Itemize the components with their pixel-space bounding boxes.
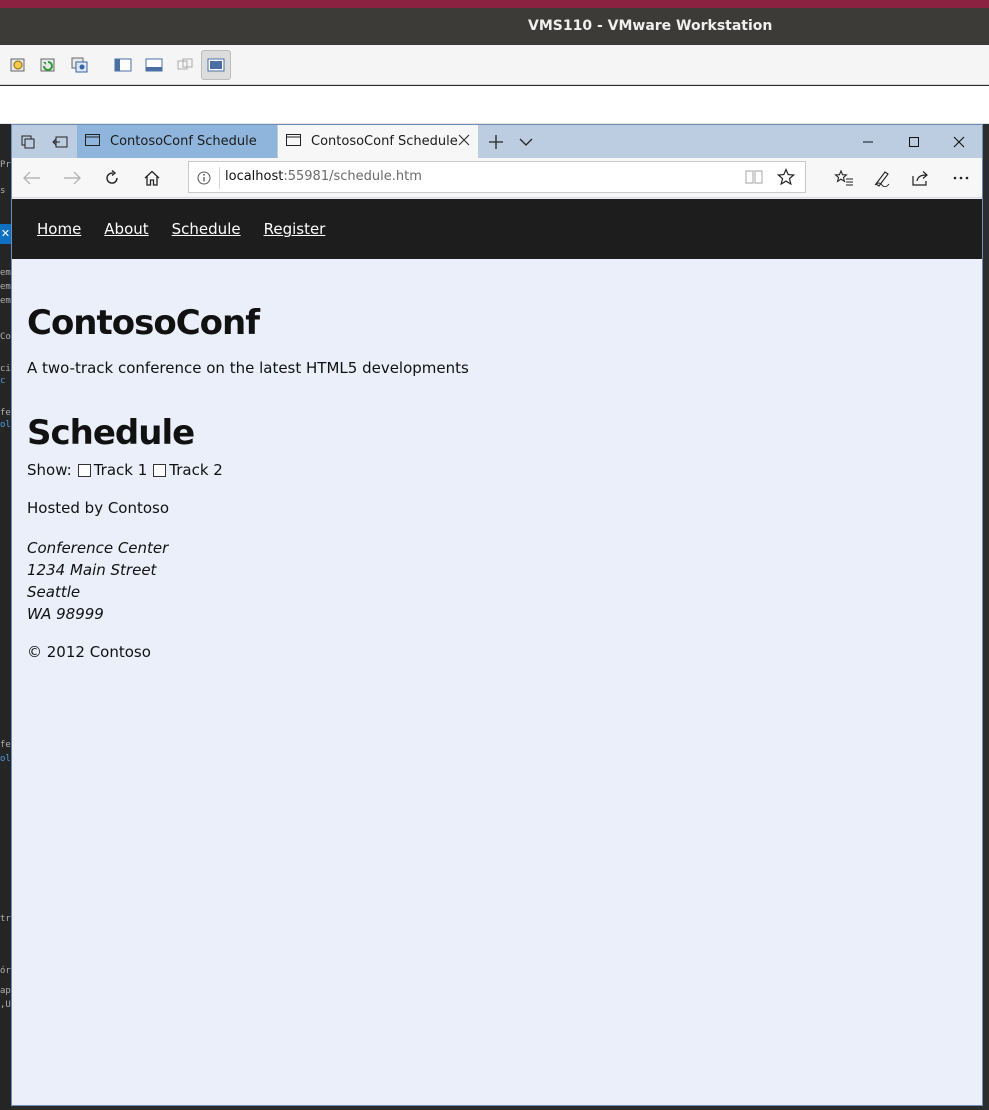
address-line: 1234 Main Street (27, 561, 157, 579)
hosted-by: Hosted by Contoso (27, 499, 170, 517)
site-nav: Home About Schedule Register (12, 199, 982, 259)
thumbnail-bar-icon[interactable] (142, 53, 166, 77)
vmware-window-title: VMS110 - VMware Workstation (528, 18, 773, 34)
full-screen-icon[interactable] (201, 50, 231, 80)
venue-address: Conference Center 1234 Main Street Seatt… (27, 537, 967, 625)
nav-link-schedule[interactable]: Schedule (172, 220, 241, 238)
web-note-pen-icon[interactable] (870, 166, 894, 190)
snapshot-manager-icon[interactable] (68, 53, 92, 77)
more-icon[interactable] (949, 166, 973, 190)
tab-bar: ContosoConf Schedule ContosoConf Schedul… (12, 125, 982, 158)
minimize-icon[interactable] (845, 125, 891, 158)
address-line: Seattle (27, 583, 81, 601)
snapshot-icon[interactable] (6, 53, 30, 77)
url-path: :55981/schedule.htm (283, 169, 422, 184)
track-1-option[interactable]: Track 1 (72, 461, 148, 479)
background-ide-edge (983, 124, 989, 1110)
vmware-accent-strip (0, 0, 989, 8)
page-content: ContosoConf A two-track conference on th… (12, 301, 982, 661)
url-host: localhost (225, 169, 284, 184)
address-line: Conference Center (27, 539, 169, 557)
ide-close-icon: ✕ (0, 224, 11, 244)
set-tabs-aside-icon[interactable] (44, 125, 76, 158)
copyright: © 2012 Contoso (27, 643, 151, 661)
page-icon (85, 133, 100, 150)
close-window-icon[interactable] (936, 125, 982, 158)
nav-link-about[interactable]: About (104, 220, 148, 238)
nav-link-register[interactable]: Register (264, 220, 326, 238)
browser-toolbar: localhost:55981/schedule.htm (12, 158, 982, 198)
chevron-down-icon[interactable] (510, 125, 542, 158)
page-viewport: Home About Schedule Register ContosoConf… (12, 199, 982, 1105)
track-1-checkbox[interactable] (77, 463, 91, 477)
maximize-icon[interactable] (891, 125, 937, 158)
show-label: Show: (27, 461, 72, 479)
browser-window: ContosoConf Schedule ContosoConf Schedul… (11, 124, 983, 1106)
favorite-star-icon[interactable] (776, 167, 796, 190)
track-2-option[interactable]: Track 2 (147, 461, 223, 479)
vmware-titlebar: VMS110 - VMware Workstation (0, 8, 989, 45)
forward-icon[interactable] (60, 166, 84, 190)
tab-preview-icon[interactable] (12, 125, 44, 158)
track-2-label: Track 2 (169, 461, 223, 479)
reading-view-icon[interactable] (745, 169, 763, 189)
url-text[interactable]: localhost:55981/schedule.htm (225, 169, 422, 184)
address-line: WA 98999 (27, 605, 104, 623)
tagline: A two-track conference on the latest HTM… (27, 359, 469, 377)
back-icon[interactable] (20, 166, 44, 190)
schedule-heading: Schedule (27, 413, 195, 453)
refresh-icon[interactable] (100, 166, 124, 190)
site-info-icon[interactable] (197, 170, 211, 189)
favorites-hub-icon[interactable] (832, 166, 856, 190)
nav-link-home[interactable]: Home (37, 220, 81, 238)
background-ide-window: Pr s em em em Co ci c fe ol fe ol tr ór … (0, 124, 11, 1110)
address-divider (219, 167, 220, 189)
page-icon (286, 133, 301, 150)
close-tab-icon[interactable] (458, 134, 470, 150)
tab-contosoconf-schedule-1[interactable]: ContosoConf Schedule (77, 125, 277, 158)
home-icon[interactable] (140, 166, 164, 190)
sidebar-icon[interactable] (111, 53, 135, 77)
track-2-checkbox[interactable] (153, 463, 167, 477)
address-bar[interactable]: localhost:55981/schedule.htm (188, 161, 806, 193)
track-filter: Show: Track 1 Track 2 (27, 461, 967, 479)
new-tab-icon[interactable] (480, 125, 512, 158)
site-title: ContosoConf (27, 303, 260, 343)
tab-title: ContosoConf Schedule (311, 134, 458, 149)
revert-snapshot-icon[interactable] (36, 53, 60, 77)
tab-title: ContosoConf Schedule (110, 134, 257, 149)
share-icon[interactable] (909, 166, 933, 190)
unity-icon[interactable] (173, 53, 197, 77)
tab-contosoconf-schedule-2[interactable]: ContosoConf Schedule (278, 125, 478, 158)
vmware-toolbar (0, 45, 989, 85)
vmware-tab-strip (0, 86, 989, 124)
track-1-label: Track 1 (93, 461, 148, 479)
